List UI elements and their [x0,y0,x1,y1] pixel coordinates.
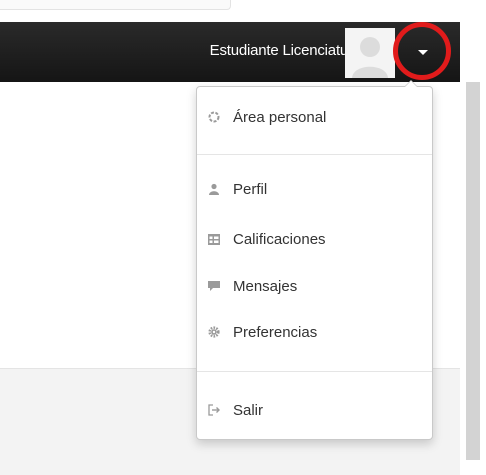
page-top-strip [0,0,486,22]
default-avatar-icon [345,28,395,78]
menu-item-mensajes[interactable]: Mensajes [197,268,432,304]
user-icon [207,182,221,196]
page-scrollbar[interactable] [466,82,480,460]
top-input-edge [0,0,231,10]
comment-icon [207,279,221,293]
dashboard-icon [207,110,221,124]
menu-item-perfil[interactable]: Perfil [197,171,432,207]
menu-item-label: Salir [233,401,264,419]
menu-item-area-personal[interactable]: Área personal [197,99,432,135]
gear-icon [207,325,221,339]
menu-item-preferencias[interactable]: Preferencias [197,314,432,350]
menu-item-label: Preferencias [233,323,318,341]
menu-item-label: Área personal [233,108,327,126]
menu-item-label: Perfil [233,180,268,198]
table-icon [207,232,221,246]
menu-item-calificaciones[interactable]: Calificaciones [197,221,432,257]
user-name[interactable]: Estudiante Licenciatura [210,42,362,59]
menu-item-label: Mensajes [233,277,298,295]
menu-divider [197,371,432,372]
user-menu-toggle-button[interactable] [401,27,445,77]
avatar[interactable] [345,28,395,78]
menu-item-salir[interactable]: Salir [197,392,432,428]
menu-item-label: Calificaciones [233,230,326,248]
sign-out-icon [207,403,221,417]
caret-down-icon [418,49,428,55]
user-dropdown-menu: Área personal Perfil Calificaciones Mens… [196,80,433,440]
menu-divider [197,154,432,155]
